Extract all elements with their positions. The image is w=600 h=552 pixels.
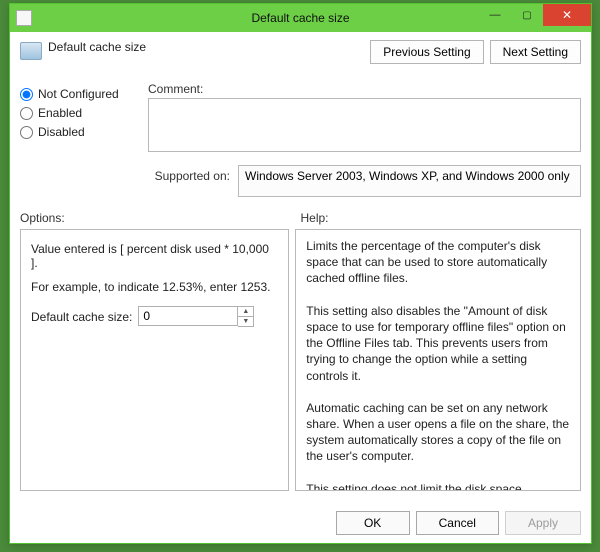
cache-size-input[interactable] [138, 306, 238, 326]
help-label: Help: [301, 211, 329, 225]
policy-title: Default cache size [48, 40, 364, 54]
policy-icon [20, 42, 42, 60]
comment-block: Comment: Supported on: Windows Server 20… [148, 82, 581, 197]
next-setting-button[interactable]: Next Setting [490, 40, 581, 64]
cache-size-spinner[interactable]: ▲ ▼ [138, 306, 254, 327]
comment-input[interactable] [148, 98, 581, 152]
options-label: Options: [20, 211, 301, 225]
radio-enabled[interactable]: Enabled [20, 106, 140, 120]
minimize-button[interactable] [479, 4, 511, 26]
client-area: Default cache size Previous Setting Next… [10, 32, 591, 543]
radio-disabled-label: Disabled [38, 125, 85, 139]
panels-labels: Options: Help: [20, 211, 581, 225]
window-controls [479, 4, 591, 26]
radio-not-configured-input[interactable] [20, 88, 33, 101]
options-line-2: For example, to indicate 12.53%, enter 1… [31, 280, 278, 294]
window-icon [16, 10, 32, 26]
radio-not-configured[interactable]: Not Configured [20, 87, 140, 101]
panels: Value entered is [ percent disk used * 1… [20, 229, 581, 491]
spinner-up-icon[interactable]: ▲ [238, 307, 253, 317]
spinner-buttons: ▲ ▼ [238, 306, 254, 327]
spinner-down-icon[interactable]: ▼ [238, 317, 253, 326]
close-button[interactable] [543, 4, 591, 26]
radio-disabled[interactable]: Disabled [20, 125, 140, 139]
group-policy-window: Default cache size Default cache size Pr… [9, 3, 592, 544]
supported-label: Supported on: [148, 165, 230, 183]
ok-button[interactable]: OK [336, 511, 410, 535]
options-panel: Value entered is [ percent disk used * 1… [20, 229, 289, 491]
titlebar: Default cache size [10, 4, 591, 32]
cache-size-label: Default cache size: [31, 310, 132, 324]
previous-setting-button[interactable]: Previous Setting [370, 40, 483, 64]
radio-not-configured-label: Not Configured [38, 87, 119, 101]
state-row: Not Configured Enabled Disabled Comment:… [20, 82, 581, 197]
radio-enabled-input[interactable] [20, 107, 33, 120]
options-line-1: Value entered is [ percent disk used * 1… [31, 242, 278, 270]
radio-enabled-label: Enabled [38, 106, 82, 120]
radio-disabled-input[interactable] [20, 126, 33, 139]
help-panel[interactable]: Limits the percentage of the computer's … [295, 229, 581, 491]
dialog-footer: OK Cancel Apply [336, 511, 581, 535]
supported-row: Supported on: Windows Server 2003, Windo… [148, 165, 581, 197]
maximize-button[interactable] [511, 4, 543, 26]
apply-button: Apply [505, 511, 581, 535]
header-row: Default cache size Previous Setting Next… [20, 40, 581, 64]
cancel-button[interactable]: Cancel [416, 511, 499, 535]
nav-buttons: Previous Setting Next Setting [370, 40, 581, 64]
cache-size-field: Default cache size: ▲ ▼ [31, 306, 278, 327]
state-radios: Not Configured Enabled Disabled [20, 82, 140, 197]
supported-text: Windows Server 2003, Windows XP, and Win… [238, 165, 581, 197]
comment-label: Comment: [148, 82, 581, 96]
